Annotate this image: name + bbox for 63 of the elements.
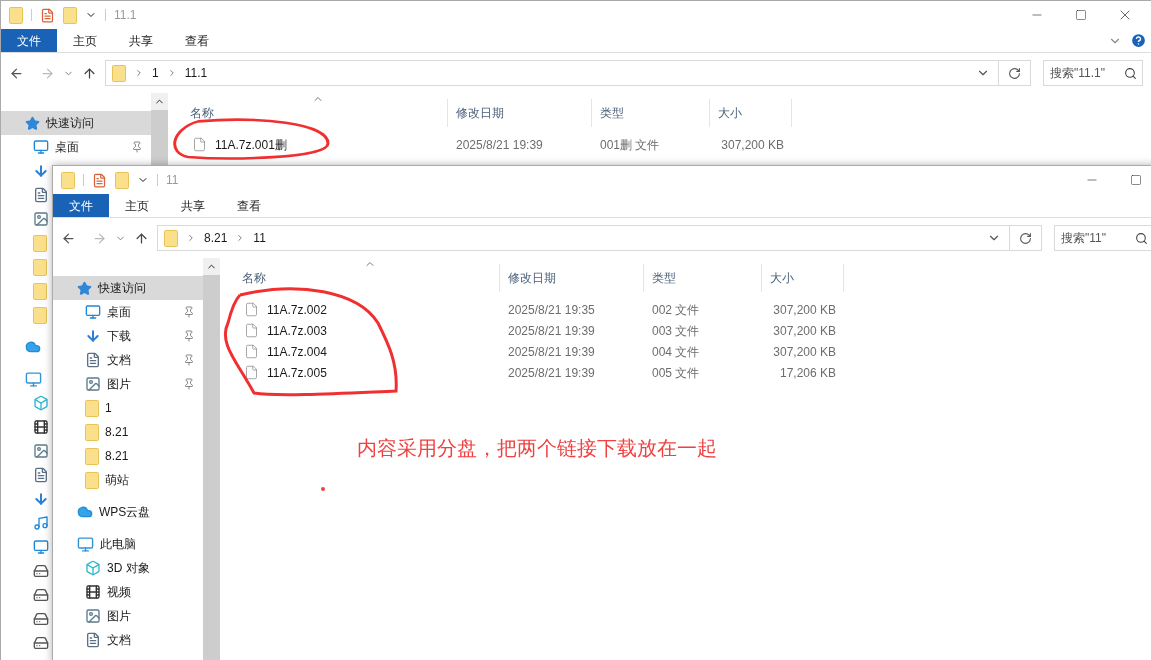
- window-title: 11: [166, 172, 179, 189]
- file-name[interactable]: 11A.7z.005: [267, 363, 327, 382]
- file-size: 307,200 KB: [772, 343, 837, 361]
- nav-item[interactable]: 桌面: [53, 300, 203, 324]
- nav-item[interactable]: 萌站: [53, 468, 203, 492]
- file-type: 005 文件: [651, 364, 701, 382]
- ribbon-tab[interactable]: 共享: [113, 29, 169, 52]
- nav-item[interactable]: WPS云盘: [53, 500, 203, 524]
- breadcrumb-item[interactable]: 1: [152, 64, 159, 82]
- window-title: 11.1: [114, 7, 137, 24]
- ribbon-tab[interactable]: 文件: [1, 29, 57, 52]
- nav-item[interactable]: 快速访问: [1, 111, 151, 135]
- modified-date: 2025/8/21 19:39: [507, 343, 596, 361]
- ribbon-tab[interactable]: 查看: [169, 29, 225, 52]
- file-type: 003 文件: [651, 322, 701, 340]
- nav-item[interactable]: 8.21: [53, 420, 203, 444]
- ribbon-tab[interactable]: 主页: [57, 29, 113, 52]
- address-bar[interactable]: 8.21 11: [157, 225, 1042, 251]
- nav-item[interactable]: 桌面: [1, 135, 151, 159]
- nav-item[interactable]: 此电脑: [53, 532, 203, 556]
- search-field[interactable]: 搜索"11": [1054, 225, 1151, 251]
- column-header[interactable]: 名称: [172, 99, 448, 127]
- ribbon-tab[interactable]: 文件: [53, 194, 109, 217]
- file-size: 17,206 KB: [778, 364, 837, 382]
- file-name[interactable]: 11A.7z.004: [267, 342, 327, 361]
- search-field[interactable]: 搜索"11.1": [1043, 60, 1143, 86]
- file-type: 004 文件: [651, 343, 701, 361]
- nav-item[interactable]: 3D 对象: [53, 556, 203, 580]
- address-bar[interactable]: 1 11.1: [105, 60, 1031, 86]
- nav-item[interactable]: 视频: [53, 580, 203, 604]
- file-type: 002 文件: [651, 301, 701, 319]
- file-name[interactable]: 11A.7z.003: [267, 321, 327, 340]
- column-header[interactable]: 大小: [710, 99, 792, 127]
- modified-date: 2025/8/21 19:39: [507, 322, 596, 340]
- column-header[interactable]: 修改日期: [500, 264, 644, 292]
- ribbon-tab[interactable]: 查看: [221, 194, 277, 217]
- file-size: 307,200 KB: [772, 322, 837, 340]
- column-header[interactable]: 修改日期: [448, 99, 592, 127]
- nav-item[interactable]: 文档: [53, 628, 203, 652]
- modified-date: 2025/8/21 19:39: [507, 364, 596, 382]
- column-header[interactable]: 类型: [592, 99, 710, 127]
- modified-date: 2025/8/21 19:39: [455, 136, 544, 154]
- ribbon-tab[interactable]: 主页: [109, 194, 165, 217]
- nav-item[interactable]: 图片: [53, 604, 203, 628]
- nav-item[interactable]: 快速访问: [53, 276, 203, 300]
- file-size: 307,200 KB: [772, 301, 837, 319]
- modified-date: 2025/8/21 19:35: [507, 301, 596, 319]
- column-header[interactable]: 类型: [644, 264, 762, 292]
- file-type: 001删 文件: [599, 136, 661, 154]
- nav-item[interactable]: 图片: [53, 372, 203, 396]
- ribbon-tab[interactable]: 共享: [165, 194, 221, 217]
- breadcrumb-item[interactable]: 11.1: [184, 64, 208, 82]
- nav-item[interactable]: 1: [53, 396, 203, 420]
- column-header[interactable]: 名称: [224, 264, 500, 292]
- nav-item[interactable]: 下载: [53, 324, 203, 348]
- column-header[interactable]: 大小: [762, 264, 844, 292]
- breadcrumb-item[interactable]: 8.21: [204, 229, 228, 247]
- annotation-text: 内容采用分盘，把两个链接下载放在一起: [357, 436, 717, 461]
- breadcrumb-item[interactable]: 11: [253, 229, 266, 247]
- file-name[interactable]: 11A.7z.002: [267, 300, 327, 319]
- nav-item[interactable]: 文档: [53, 348, 203, 372]
- nav-item[interactable]: 8.21: [53, 444, 203, 468]
- file-size: 307,200 KB: [720, 136, 785, 154]
